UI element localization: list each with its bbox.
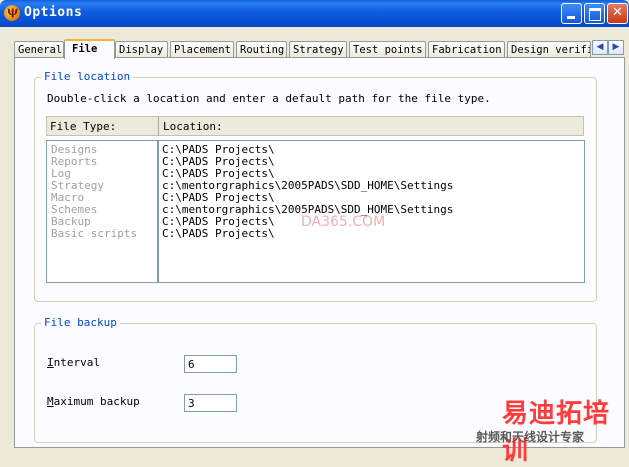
column-divider[interactable] [158, 117, 159, 136]
file-type-item: Basic scripts [51, 227, 138, 240]
tab-routing[interactable]: Routing [236, 41, 287, 57]
maximize-icon[interactable] [584, 3, 605, 24]
interval-input[interactable]: 6 [184, 355, 237, 373]
tab-placement[interactable]: Placement [170, 41, 234, 57]
maximum-backup-input[interactable]: 3 [184, 394, 237, 412]
tab-display[interactable]: Display [115, 41, 168, 57]
app-icon[interactable] [4, 4, 20, 21]
file-location-instruction: Double-click a location and enter a defa… [47, 92, 491, 105]
tab-design-verification[interactable]: Design verifi [507, 41, 591, 57]
interval-label-accel: I [47, 356, 54, 369]
title-bar[interactable]: Options [0, 0, 629, 27]
tab-general[interactable]: General [14, 41, 64, 57]
window-title: Options [24, 5, 83, 20]
tab-file[interactable]: File [64, 39, 115, 59]
tab-test-points[interactable]: Test points [349, 41, 426, 57]
column-header-location[interactable]: Location: [163, 120, 223, 133]
close-icon[interactable] [607, 3, 628, 24]
file-list-header: File Type: Location: [46, 116, 584, 136]
file-type-list: Designs Reports Log Strategy Macro Schem… [46, 140, 158, 283]
file-backup-title: File backup [41, 316, 120, 329]
tab-strategy[interactable]: Strategy [289, 41, 347, 57]
file-location-list: C:\PADS Projects\ C:\PADS Projects\ C:\P… [158, 140, 585, 283]
location-item[interactable]: C:\PADS Projects\ [162, 228, 275, 240]
watermark-text: DA365.COM [301, 214, 386, 230]
scroll-right-icon[interactable]: ▶ [608, 40, 624, 55]
interval-label-text: nterval [53, 356, 100, 369]
tab-strip: General File Display Placement Routing S… [14, 39, 625, 59]
brand-watermark-subtitle: 射频和天线设计专家 [476, 430, 585, 444]
tab-scroll-buttons: ◀ ▶ [591, 40, 625, 55]
interval-label: Interval [47, 356, 100, 369]
minimize-icon[interactable] [561, 3, 582, 24]
maximum-backup-label: Maximum backup [47, 395, 140, 408]
column-header-file-type[interactable]: File Type: [50, 120, 116, 133]
file-location-title: File location [41, 70, 134, 83]
maximum-backup-label-text: aximum backup [53, 395, 140, 408]
tab-fabrication[interactable]: Fabrication [428, 41, 505, 57]
maximum-backup-label-accel: M [47, 395, 54, 408]
scroll-left-icon[interactable]: ◀ [592, 40, 608, 55]
